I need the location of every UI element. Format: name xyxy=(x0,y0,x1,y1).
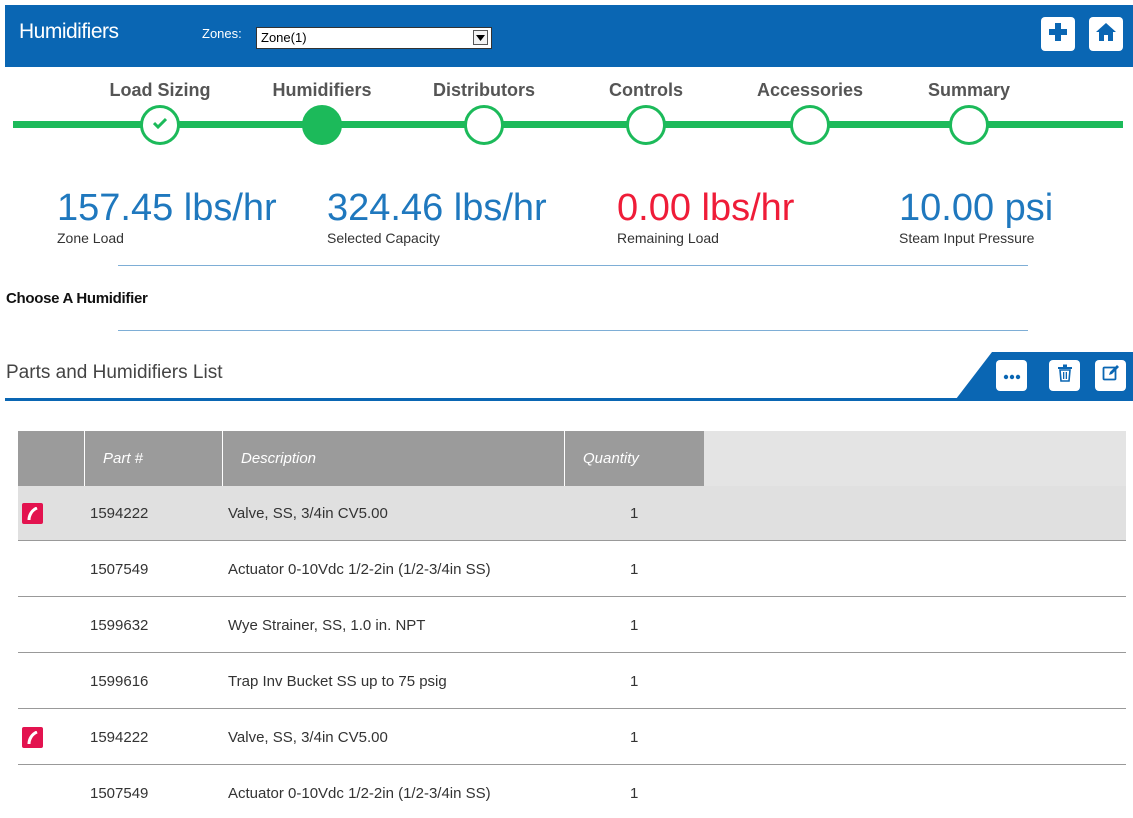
checkmark-icon xyxy=(152,116,168,134)
edit-icon xyxy=(1102,364,1120,387)
stat-value: 157.45 lbs/hr xyxy=(57,187,277,229)
part-description: Actuator 0-10Vdc 1/2-2in (1/2-3/4in SS) xyxy=(228,561,491,578)
divider xyxy=(118,330,1028,331)
stat-label: Selected Capacity xyxy=(327,230,440,246)
stat-label: Steam Input Pressure xyxy=(899,230,1035,246)
part-description: Trap Inv Bucket SS up to 75 psig xyxy=(228,673,447,690)
table-row[interactable]: 1594222 Valve, SS, 3/4in CV5.00 1 xyxy=(18,710,1126,765)
part-number: 1594222 xyxy=(90,505,149,522)
table-row[interactable]: 1594222 Valve, SS, 3/4in CV5.00 1 xyxy=(18,486,1126,541)
part-number: 1594222 xyxy=(90,729,149,746)
home-button[interactable] xyxy=(1089,17,1123,51)
column-header-part[interactable]: Part # xyxy=(84,431,222,486)
step-node-distributors[interactable] xyxy=(464,105,504,145)
part-quantity: 1 xyxy=(630,561,639,578)
flag-icon xyxy=(22,503,43,524)
part-quantity: 1 xyxy=(630,505,639,522)
table-row[interactable]: 1507549 Actuator 0-10Vdc 1/2-2in (1/2-3/… xyxy=(18,766,1126,818)
part-quantity: 1 xyxy=(630,617,639,634)
part-number: 1507549 xyxy=(90,561,149,578)
stat-label: Zone Load xyxy=(57,230,124,246)
parts-table: Part # Description Quantity 1594222 Valv… xyxy=(18,431,1126,818)
part-number: 1599632 xyxy=(90,617,149,634)
stat-value: 0.00 lbs/hr xyxy=(617,187,795,229)
part-description: Valve, SS, 3/4in CV5.00 xyxy=(228,505,388,522)
header-filler xyxy=(704,431,1126,486)
stat-remaining-load: 0.00 lbs/hr Remaining Load xyxy=(617,186,794,246)
step-label-humidifiers[interactable]: Humidifiers xyxy=(272,80,371,101)
app-header: Humidifiers Zones: Zone(1) xyxy=(5,5,1133,67)
plus-icon xyxy=(1048,22,1068,47)
stat-steam-input-pressure: 10.00 psi Steam Input Pressure xyxy=(899,186,1053,246)
stat-selected-capacity: 324.46 lbs/hr Selected Capacity xyxy=(327,186,547,246)
page-title: Humidifiers xyxy=(19,20,119,43)
part-quantity: 1 xyxy=(630,729,639,746)
zones-label: Zones: xyxy=(202,26,242,41)
parts-list-title: Parts and Humidifiers List xyxy=(6,362,223,383)
part-description: Valve, SS, 3/4in CV5.00 xyxy=(228,729,388,746)
part-description: Actuator 0-10Vdc 1/2-2in (1/2-3/4in SS) xyxy=(228,785,491,802)
part-description: Wye Strainer, SS, 1.0 in. NPT xyxy=(228,617,426,634)
table-row[interactable]: 1507549 Actuator 0-10Vdc 1/2-2in (1/2-3/… xyxy=(18,542,1126,597)
stat-zone-load: 157.45 lbs/hr Zone Load xyxy=(57,186,277,246)
step-node-load-sizing[interactable] xyxy=(140,105,180,145)
parts-list-underline xyxy=(5,398,1133,401)
part-quantity: 1 xyxy=(630,785,639,802)
delete-button[interactable] xyxy=(1049,360,1080,391)
more-button[interactable] xyxy=(996,360,1027,391)
zones-select-value: Zone(1) xyxy=(261,30,307,45)
column-header-quantity[interactable]: Quantity xyxy=(564,431,704,486)
flag-icon xyxy=(22,727,43,748)
edit-button[interactable] xyxy=(1095,360,1126,391)
step-label-summary[interactable]: Summary xyxy=(928,80,1010,101)
step-label-accessories[interactable]: Accessories xyxy=(757,80,863,101)
chevron-down-icon[interactable] xyxy=(473,30,488,45)
trash-icon xyxy=(1057,364,1073,387)
table-header: Part # Description Quantity xyxy=(18,431,1126,486)
part-number: 1599616 xyxy=(90,673,149,690)
table-row[interactable]: 1599616 Trap Inv Bucket SS up to 75 psig… xyxy=(18,654,1126,709)
step-node-controls[interactable] xyxy=(626,105,666,145)
step-label-controls[interactable]: Controls xyxy=(609,80,683,101)
stat-value: 324.46 lbs/hr xyxy=(327,187,547,229)
step-node-summary[interactable] xyxy=(949,105,989,145)
divider xyxy=(118,265,1028,266)
choose-humidifier-heading: Choose A Humidifier xyxy=(6,290,148,307)
step-node-humidifiers[interactable] xyxy=(302,105,342,145)
step-label-distributors[interactable]: Distributors xyxy=(433,80,535,101)
table-row[interactable]: 1599632 Wye Strainer, SS, 1.0 in. NPT 1 xyxy=(18,598,1126,653)
part-number: 1507549 xyxy=(90,785,149,802)
stat-value: 10.00 psi xyxy=(899,187,1054,229)
home-icon xyxy=(1095,22,1117,47)
zones-select[interactable]: Zone(1) xyxy=(256,27,492,49)
add-button[interactable] xyxy=(1041,17,1075,51)
column-header-description[interactable]: Description xyxy=(222,431,564,486)
part-quantity: 1 xyxy=(630,673,639,690)
more-icon xyxy=(1003,367,1021,385)
stat-label: Remaining Load xyxy=(617,230,719,246)
step-node-accessories[interactable] xyxy=(790,105,830,145)
step-label-load-sizing[interactable]: Load Sizing xyxy=(110,80,211,101)
